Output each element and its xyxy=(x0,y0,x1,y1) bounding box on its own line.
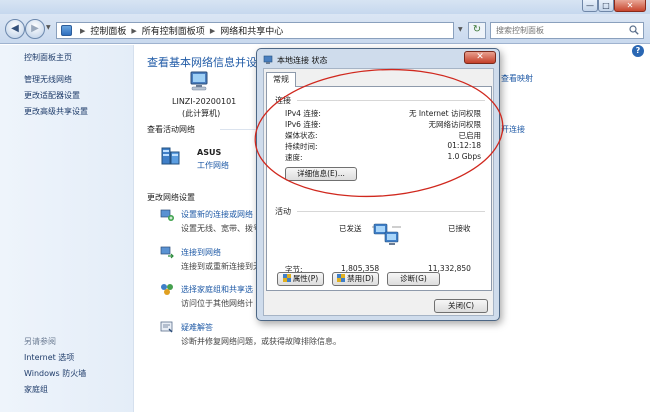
sidebar-item-adapter-settings[interactable]: 更改适配器设置 xyxy=(24,90,80,101)
window-titlebar: — □ ✕ xyxy=(0,0,650,14)
network-type-link[interactable]: 工作网络 xyxy=(197,160,229,171)
see-also-internet-options[interactable]: Internet 选项 xyxy=(24,352,74,363)
media-state-label: 媒体状态: xyxy=(285,131,318,140)
properties-button-label: 属性(P) xyxy=(292,274,319,283)
search-input[interactable] xyxy=(491,23,619,38)
duration-value: 01:12:18 xyxy=(447,141,481,150)
network-name: ASUS xyxy=(197,148,222,157)
navigation-bar: ◀ ▶ ▼ ▶ 控制面板 ▶ 所有控制面板项 ▶ 网络和共享中心 ▼ ↻ xyxy=(0,14,650,44)
group-divider xyxy=(297,100,485,101)
sidebar-item-sharing-settings[interactable]: 更改高级共享设置 xyxy=(24,106,88,117)
activity-group-label: 活动 xyxy=(275,207,291,216)
tab-general[interactable]: 常规 xyxy=(266,72,296,87)
breadcrumb-separator-icon[interactable]: ▶ xyxy=(131,27,136,35)
view-full-map-link[interactable]: 查看映射 xyxy=(501,73,533,84)
computer-name: LINZI-20200101 xyxy=(172,97,237,106)
task-connect-network-desc: 连接到或重新连接到无 xyxy=(181,262,261,271)
see-also-header: 另请参阅 xyxy=(24,337,56,346)
network-adapter-icon xyxy=(263,55,273,64)
refresh-button[interactable]: ↻ xyxy=(468,22,486,39)
disable-button[interactable]: 禁用(D) xyxy=(332,272,379,286)
duration-label: 持续时间: xyxy=(285,142,318,151)
dialog-close-button[interactable]: ✕ xyxy=(464,51,496,64)
task-troubleshoot-desc: 诊断并修复网络问题，或获得故障排除信息。 xyxy=(181,337,341,346)
breadcrumb-separator-icon[interactable]: ▶ xyxy=(210,27,215,35)
ipv4-label: IPv4 连接: xyxy=(285,109,321,118)
see-also-homegroup[interactable]: 家庭组 xyxy=(24,384,48,395)
search-box xyxy=(490,22,644,39)
search-icon[interactable] xyxy=(629,25,639,35)
left-pane: 控制面板主页 管理无线网络 更改适配器设置 更改高级共享设置 另请参阅 Inte… xyxy=(0,45,134,412)
troubleshoot-icon xyxy=(160,321,173,333)
close-button[interactable]: 关闭(C) xyxy=(434,299,488,313)
breadcrumb-all-items[interactable]: 所有控制面板项 xyxy=(142,24,205,37)
task-homegroup-desc: 访问位于其他网络计 xyxy=(181,299,253,308)
help-icon[interactable]: ? xyxy=(632,45,644,57)
window-close-button[interactable]: ✕ xyxy=(614,0,646,12)
minimize-button[interactable]: — xyxy=(582,0,598,12)
task-connect-network-link[interactable]: 连接到网络 xyxy=(181,247,221,258)
sent-label: 已发送 xyxy=(339,224,362,233)
ipv6-label: IPv6 连接: xyxy=(285,120,321,129)
sidebar-home-link[interactable]: 控制面板主页 xyxy=(24,52,72,63)
speed-value: 1.0 Gbps xyxy=(447,152,481,161)
connect-network-icon xyxy=(160,246,174,259)
local-connection-status-dialog: 本地连接 状态 ✕ 常规 连接 IPv4 连接: 无 Internet 访问权限… xyxy=(256,48,500,321)
dialog-title: 本地连接 状态 xyxy=(277,56,328,65)
address-bar[interactable]: ▶ 控制面板 ▶ 所有控制面板项 ▶ 网络和共享中心 xyxy=(56,22,454,39)
task-new-connection-link[interactable]: 设置新的连接或网络 xyxy=(181,209,253,220)
maximize-button[interactable]: □ xyxy=(598,0,614,12)
homegroup-icon xyxy=(161,284,173,295)
computer-sub-label: (此计算机) xyxy=(182,109,221,118)
back-button[interactable]: ◀ xyxy=(5,19,25,39)
address-dropdown-icon[interactable]: ▼ xyxy=(458,26,463,33)
ipv4-value: 无 Internet 访问权限 xyxy=(408,109,481,118)
diagnose-button[interactable]: 诊断(G) xyxy=(387,272,440,286)
task-homegroup-link[interactable]: 选择家庭组和共享选 xyxy=(181,284,253,295)
task-new-connection-desc: 设置无线、宽带、拨号 xyxy=(181,224,261,233)
new-connection-icon xyxy=(160,209,174,221)
computer-icon xyxy=(190,71,208,91)
forward-button[interactable]: ▶ xyxy=(25,19,45,39)
disable-button-label: 禁用(D) xyxy=(347,274,374,283)
dialog-body: 常规 连接 IPv4 连接: 无 Internet 访问权限 IPv6 连接: … xyxy=(263,68,494,316)
task-troubleshoot-link[interactable]: 疑难解答 xyxy=(181,322,213,333)
group-divider xyxy=(297,211,485,212)
connection-group-label: 连接 xyxy=(275,96,291,105)
page-title: 查看基本网络信息并设 xyxy=(147,56,257,69)
control-panel-icon xyxy=(61,25,72,36)
sidebar-item-manage-wireless[interactable]: 管理无线网络 xyxy=(24,74,72,85)
media-state-value: 已启用 xyxy=(458,131,482,140)
details-button[interactable]: 详细信息(E)... xyxy=(285,167,357,181)
properties-button[interactable]: 属性(P) xyxy=(277,272,324,286)
connect-disconnect-link[interactable]: 开连接 xyxy=(501,124,525,135)
tab-panel-general: 连接 IPv4 连接: 无 Internet 访问权限 IPv6 连接: 无网络… xyxy=(266,86,492,291)
uac-shield-icon xyxy=(282,274,291,282)
breadcrumb-network-center[interactable]: 网络和共享中心 xyxy=(220,24,283,37)
speed-label: 速度: xyxy=(285,153,303,162)
see-also-firewall[interactable]: Windows 防火墙 xyxy=(24,368,86,379)
history-dropdown-icon[interactable]: ▼ xyxy=(46,24,51,31)
active-networks-header: 查看活动网络 xyxy=(147,125,195,134)
section-divider xyxy=(220,129,256,130)
breadcrumb-control-panel[interactable]: 控制面板 xyxy=(90,24,126,37)
change-settings-header: 更改网络设置 xyxy=(147,193,195,202)
network-activity-icon xyxy=(372,223,401,245)
received-label: 已接收 xyxy=(448,224,471,233)
uac-shield-icon xyxy=(337,274,346,282)
network-icon xyxy=(161,147,180,165)
ipv6-value: 无网络访问权限 xyxy=(428,120,482,129)
breadcrumb-separator-icon[interactable]: ▶ xyxy=(80,27,85,35)
